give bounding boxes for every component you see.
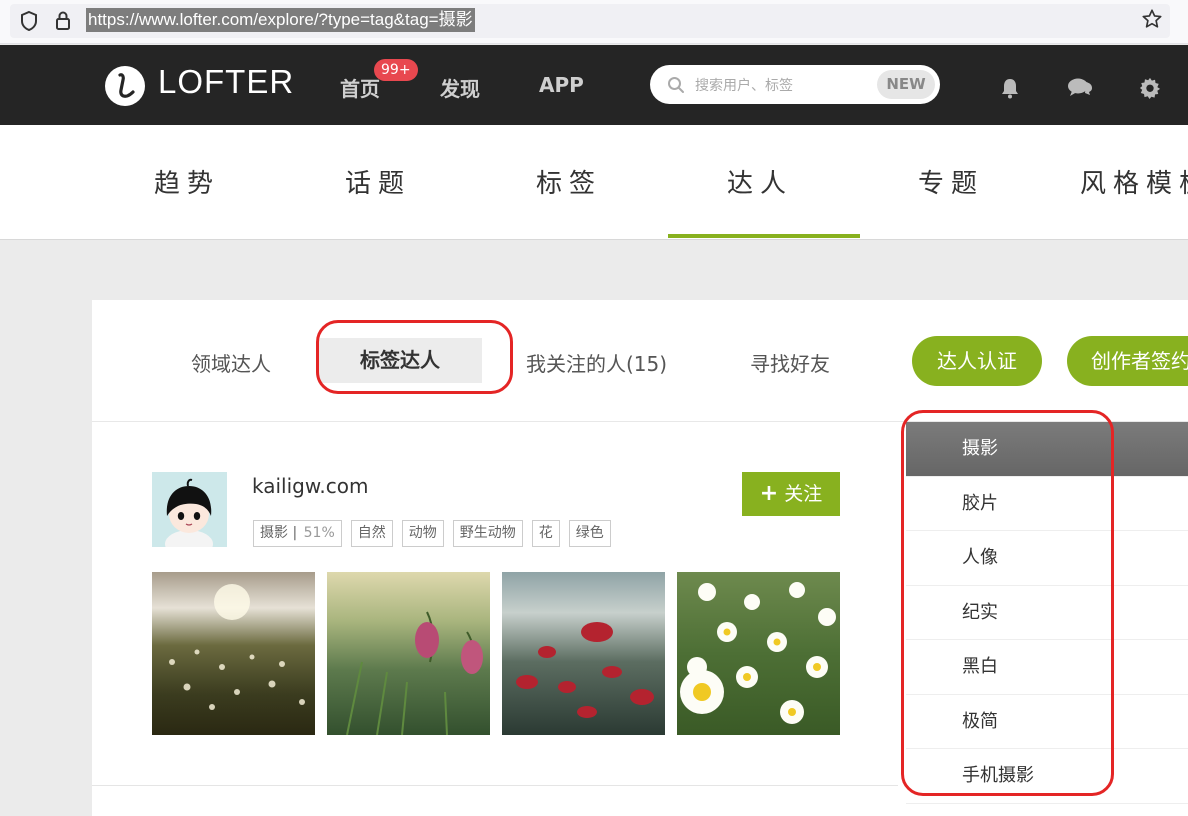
subnav-tab-experts[interactable]: 达人 [685,163,835,200]
top-navigation: LOFTER 首页 99+ 发现 APP 搜索用户、标签 NEW [0,45,1188,125]
active-tab-indicator [668,234,860,238]
subnav-tab-specials[interactable]: 专题 [876,163,1026,200]
user-tag-main-percent: 51% [303,525,335,541]
user-tag[interactable]: 动物 [401,520,444,547]
explore-subnav: 趋势 话题 标签 达人 专题 风格模板 [0,125,1188,240]
follow-button[interactable]: + 关注 [742,472,840,516]
user-tag-main[interactable]: 摄影 | 51% [253,520,342,547]
message-icon[interactable] [1067,77,1093,97]
lock-icon[interactable] [54,10,72,32]
nav-discover[interactable]: 发现 [440,73,480,102]
nav-app[interactable]: APP [539,73,584,97]
subnav-tab-topics[interactable]: 话题 [303,163,453,200]
plus-icon: + [759,481,779,506]
user-tags: 摄影 | 51% 自然 动物 野生动物 花 绿色 [253,520,611,547]
tab-domain-experts[interactable]: 领域达人 [191,348,271,377]
search-new-badge: NEW [877,70,935,99]
search-input[interactable]: 搜索用户、标签 [695,75,793,95]
creator-sign-button[interactable]: 创作者签约 [1067,336,1188,386]
user-name-link[interactable]: kailigw.com [252,474,368,498]
user-tag[interactable]: 野生动物 [452,520,523,547]
photo-thumbnail[interactable] [677,572,840,735]
shield-icon[interactable] [19,10,39,32]
expert-certify-button[interactable]: 达人认证 [912,336,1042,386]
user-avatar[interactable] [152,472,227,547]
logo-text[interactable]: LOFTER [158,63,294,101]
user-tag[interactable]: 自然 [350,520,393,547]
subnav-tab-tags[interactable]: 标签 [494,163,644,200]
subnav-tab-style-templates[interactable]: 风格模板 [1080,163,1188,200]
photo-thumbnail[interactable] [502,572,665,735]
lofter-logo-icon[interactable] [105,66,145,106]
divider [92,785,898,786]
search-icon [668,77,684,93]
photo-thumbnail[interactable] [152,572,315,735]
settings-gear-icon[interactable] [1139,77,1161,99]
user-tag[interactable]: 花 [531,520,560,547]
user-photo-grid [152,572,840,735]
user-tag-main-label: 摄影 [260,525,288,541]
subnav-tab-trends[interactable]: 趋势 [112,163,262,200]
annotation-highlight-tab [316,320,513,394]
bell-icon[interactable] [1000,77,1020,99]
expert-tabs: 领域达人 标签达人 我关注的人(15) 寻找好友 达人认证 创作者签约 [92,300,1188,422]
url-text[interactable]: https://www.lofter.com/explore/?type=tag… [86,8,475,32]
annotation-highlight-tag-list [901,410,1114,796]
browser-url-bar: https://www.lofter.com/explore/?type=tag… [0,0,1188,44]
follow-label: 关注 [784,483,823,505]
user-tag[interactable]: 绿色 [568,520,611,547]
bookmark-star-icon[interactable] [1141,8,1163,30]
tab-find-friends[interactable]: 寻找好友 [750,348,830,377]
tab-following[interactable]: 我关注的人(15) [526,348,667,377]
search-box[interactable]: 搜索用户、标签 NEW [650,65,940,104]
notification-badge: 99+ [374,59,418,81]
photo-thumbnail[interactable] [327,572,490,735]
nav-home[interactable]: 首页 [340,73,380,102]
